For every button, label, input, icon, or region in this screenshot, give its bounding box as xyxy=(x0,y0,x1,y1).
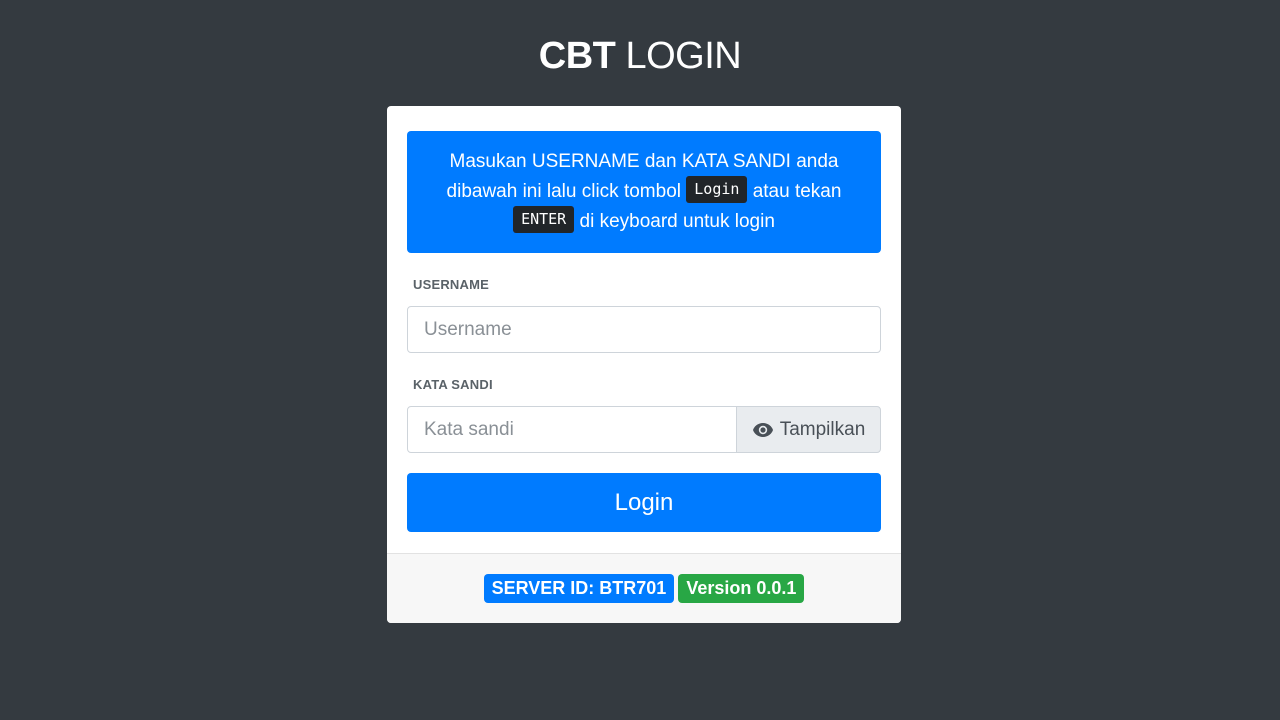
instruction-text-1: Masukan USERNAME dan KATA SANDI anda xyxy=(449,151,839,172)
server-id-badge: SERVER ID: BTR701 xyxy=(483,574,675,603)
instruction-text-3: atau tekan xyxy=(752,181,842,202)
instruction-text-2: dibawah ini lalu click tombol xyxy=(446,181,681,202)
eye-icon xyxy=(752,422,774,438)
login-card: Masukan USERNAME dan KATA SANDI anda dib… xyxy=(387,106,901,623)
instruction-alert: Masukan USERNAME dan KATA SANDI anda dib… xyxy=(407,131,881,253)
show-password-button[interactable]: Tampilkan xyxy=(736,406,881,453)
username-input[interactable] xyxy=(407,306,881,353)
card-footer: SERVER ID: BTR701 Version 0.0.1 xyxy=(387,553,901,623)
instruction-line-3: ENTER di keyboard untuk login xyxy=(407,206,881,237)
page-title-bold: CBT xyxy=(538,35,616,77)
password-input[interactable] xyxy=(407,406,737,453)
instruction-line-1: Masukan USERNAME dan KATA SANDI anda xyxy=(407,147,881,177)
login-key-hint: Login xyxy=(686,176,748,204)
username-label: USERNAME xyxy=(413,277,489,292)
enter-key-hint: ENTER xyxy=(513,206,575,234)
instruction-text-4: di keyboard untuk login xyxy=(579,211,775,232)
show-password-label: Tampilkan xyxy=(779,418,866,440)
page-title-light: LOGIN xyxy=(625,35,742,77)
version-badge: Version 0.0.1 xyxy=(678,574,805,603)
password-label: KATA SANDI xyxy=(413,377,493,392)
instruction-line-2: dibawah ini lalu click tombol Login atau… xyxy=(407,176,881,207)
page-title: CBT LOGIN xyxy=(0,32,1280,80)
login-button[interactable]: Login xyxy=(407,473,881,532)
